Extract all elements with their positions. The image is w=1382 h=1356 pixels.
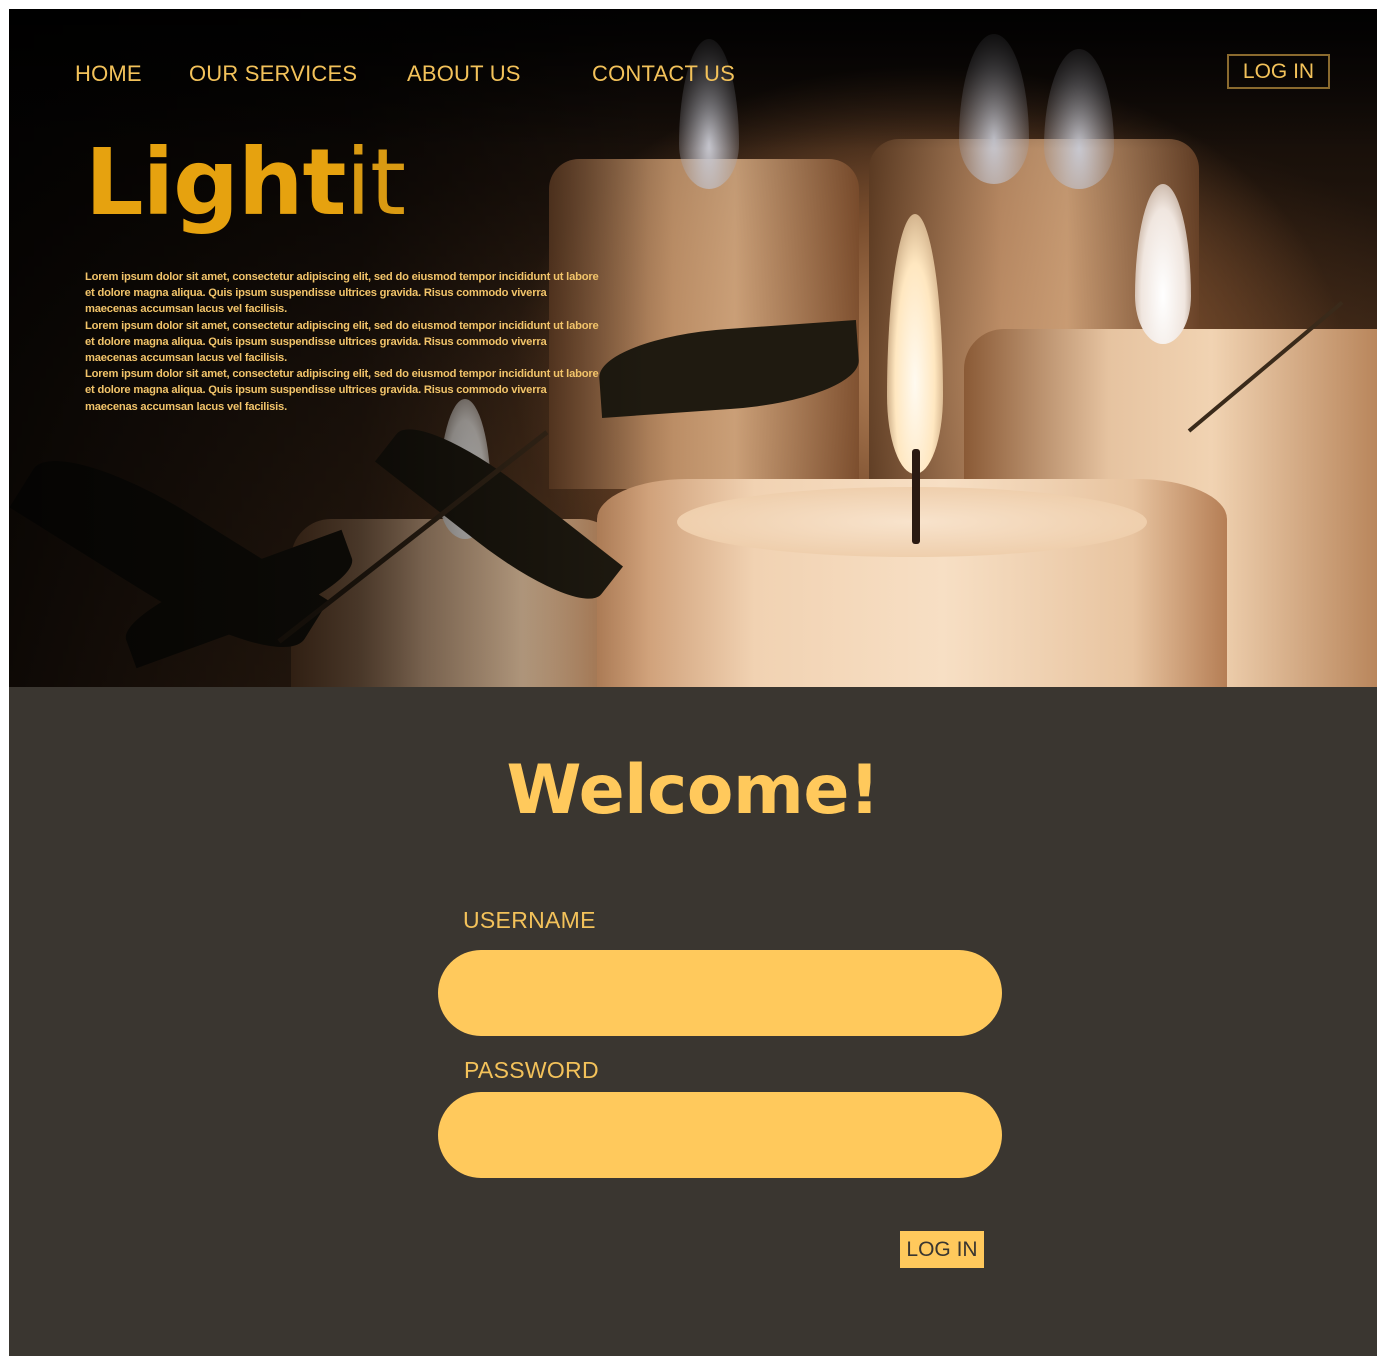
login-submit-button[interactable]: LOG IN	[900, 1231, 984, 1268]
nav-login-button[interactable]: LOG IN	[1227, 54, 1330, 89]
password-input[interactable]	[438, 1092, 1002, 1178]
username-label: USERNAME	[463, 907, 596, 933]
hero-banner: HOME OUR SERVICES ABOUT US CONTACT US LO…	[9, 9, 1377, 687]
page-frame: HOME OUR SERVICES ABOUT US CONTACT US LO…	[9, 9, 1377, 1356]
nav-about-us[interactable]: ABOUT US	[407, 61, 521, 87]
nav-contact-us[interactable]: CONTACT US	[592, 61, 735, 87]
logo-bold: Light	[85, 129, 346, 236]
hero-paragraph: Lorem ipsum dolor sit amet, consectetur …	[85, 368, 599, 413]
candle-wick	[912, 449, 920, 544]
username-input[interactable]	[438, 950, 1002, 1036]
hero-paragraph: Lorem ipsum dolor sit amet, consectetur …	[85, 271, 599, 316]
logo: Lightit	[85, 137, 406, 229]
nav-our-services[interactable]: OUR SERVICES	[189, 61, 357, 87]
welcome-title: Welcome!	[506, 751, 880, 830]
hero-paragraph: Lorem ipsum dolor sit amet, consectetur …	[85, 319, 599, 365]
logo-light: it	[345, 129, 407, 236]
nav-home[interactable]: HOME	[75, 61, 142, 87]
hero-description: Lorem ipsum dolor sit amet, consectetur …	[85, 269, 600, 415]
password-label: PASSWORD	[464, 1057, 599, 1083]
